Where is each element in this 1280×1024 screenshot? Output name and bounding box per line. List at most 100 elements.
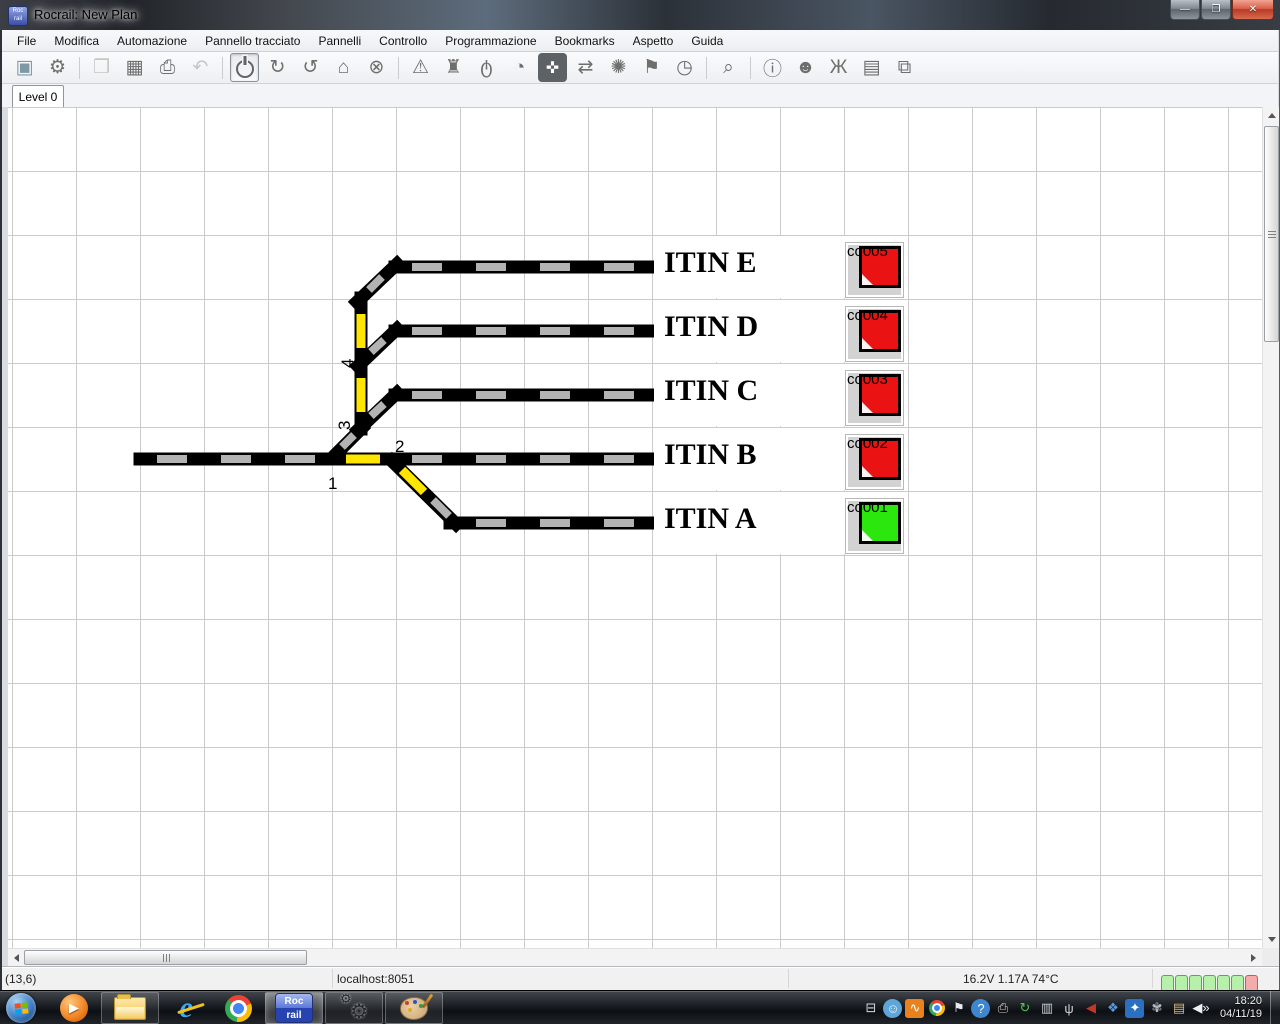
status-led-green — [1161, 975, 1174, 990]
debug-button[interactable]: Ж — [824, 53, 853, 82]
open-workspace-button[interactable]: ❒ — [87, 53, 116, 82]
printer-tray-icon[interactable]: ⎙ — [993, 999, 1012, 1018]
output-button-co002[interactable]: co002 — [845, 434, 904, 490]
clock-button[interactable]: ◷ — [670, 53, 699, 82]
clock-time: 18:20 — [1220, 995, 1262, 1008]
emergency-stop-button[interactable]: ⊗ — [362, 53, 391, 82]
output-button-co001[interactable]: co001 — [845, 498, 904, 554]
menu-item-modifica[interactable]: Modifica — [45, 32, 108, 50]
rocrail-button[interactable]: Rocrail — [265, 992, 323, 1024]
output-button-co005[interactable]: co005 — [845, 242, 904, 298]
toolbar-separator — [398, 57, 399, 79]
tab-level-0[interactable]: Level 0 — [12, 85, 64, 107]
title-bar[interactable]: Roc rail Rocrail: New Plan —❐✕ — [0, 0, 1280, 30]
maximize-button[interactable]: ❐ — [1201, 0, 1231, 20]
warning-button[interactable]: ⚠ — [406, 53, 435, 82]
undo-button[interactable]: ↶ — [186, 53, 215, 82]
menu-item-automazione[interactable]: Automazione — [108, 32, 196, 50]
output-label: co001 — [847, 499, 888, 516]
print-button[interactable]: ⎙ — [153, 53, 182, 82]
flag-tray-icon[interactable]: ⚑ — [949, 999, 968, 1018]
left-arrow-icon — [14, 954, 19, 962]
paint-button[interactable] — [385, 992, 443, 1024]
dropbox-tray-icon[interactable]: ❖ — [1103, 999, 1122, 1018]
switches-button[interactable]: ⇄ — [571, 53, 600, 82]
wallet-tray-icon[interactable]: ▤ — [1169, 999, 1188, 1018]
tray-clock[interactable]: 18:20 04/11/19 — [1220, 995, 1262, 1021]
power-button[interactable] — [230, 53, 259, 82]
network-tray-icon[interactable]: ⊟ — [861, 999, 880, 1018]
media-player-button[interactable]: ▶ — [49, 992, 99, 1024]
support-button[interactable]: ☻ — [791, 53, 820, 82]
tie-mark — [433, 500, 449, 516]
auto-mode-button[interactable]: ⚑ — [637, 53, 666, 82]
horizontal-scroll-thumb[interactable] — [24, 950, 307, 965]
locomotives-button[interactable]: ♜ — [439, 53, 468, 82]
routes-button[interactable]: ✜ — [538, 53, 567, 82]
status-position: (13,6) — [5, 972, 36, 986]
rocrail-server-button[interactable]: ⚙⚙ — [325, 992, 383, 1024]
scroll-right-button[interactable] — [1245, 949, 1262, 966]
notes-button[interactable]: ▤ — [857, 53, 886, 82]
rocrail-properties-button[interactable]: ⚙ — [43, 53, 72, 82]
taskbar: ▶ e Rocrail⚙⚙ ⊟☺∿ ⚑?⎙↻▥ψ◀❖✦✾▤◀» 18:20 04/11… — [0, 990, 1280, 1024]
outputs-button[interactable]: ✺ — [604, 53, 633, 82]
menu-item-guida[interactable]: Guida — [682, 32, 732, 50]
reconnect-button[interactable]: ↻ — [263, 53, 292, 82]
vertical-scrollbar[interactable] — [1262, 107, 1279, 948]
explorer-button[interactable] — [101, 992, 159, 1024]
chrome-tray-icon[interactable] — [927, 999, 946, 1018]
minimize-button[interactable]: — — [1170, 0, 1200, 20]
copy-button[interactable]: ⧉ — [890, 53, 919, 82]
switch-number: 2 — [395, 437, 404, 456]
toolbar-separator — [750, 57, 751, 79]
open-workspace-icon: ❒ — [93, 56, 110, 79]
notes-tray-icon[interactable]: ∿ — [905, 999, 924, 1018]
swirl-tray-icon[interactable]: ✾ — [1147, 999, 1166, 1018]
status-led-green — [1175, 975, 1188, 990]
status-divider — [1152, 969, 1153, 988]
internet-explorer-button[interactable]: e — [161, 992, 211, 1024]
info-button[interactable]: ⓘ — [758, 53, 787, 82]
find-button[interactable]: ⌕ — [714, 53, 743, 82]
start-button[interactable] — [6, 993, 36, 1023]
internet-explorer-icon: e — [179, 994, 192, 1022]
key-tray-icon[interactable]: ✦ — [1125, 999, 1144, 1018]
output-button-co003[interactable]: co003 — [845, 370, 904, 426]
volume-tray-icon[interactable]: ◀» — [1191, 999, 1210, 1018]
window-frame-left — [0, 30, 2, 990]
vertical-scroll-thumb[interactable] — [1264, 126, 1279, 342]
speed-monitor-button[interactable]: ◔ — [505, 53, 534, 82]
user-tray-icon[interactable]: ☺ — [883, 999, 902, 1018]
scroll-left-button[interactable] — [8, 949, 25, 966]
menu-item-file[interactable]: File — [8, 32, 45, 50]
copy-icon: ⧉ — [898, 57, 912, 79]
output-button-co004[interactable]: co004 — [845, 306, 904, 362]
menu-item-programmazione[interactable]: Programmazione — [436, 32, 545, 50]
close-button[interactable]: ✕ — [1232, 0, 1274, 20]
horizontal-scrollbar[interactable] — [8, 948, 1262, 966]
throttle-button[interactable]: ტ — [472, 53, 501, 82]
menu-item-aspetto[interactable]: Aspetto — [624, 32, 683, 50]
menu-item-pannello-tracciato[interactable]: Pannello tracciato — [196, 32, 309, 50]
usb-tray-icon[interactable]: ψ — [1059, 999, 1078, 1018]
init-field-button[interactable]: ↺ — [296, 53, 325, 82]
save-button[interactable]: ▦ — [120, 53, 149, 82]
track-plan-canvas[interactable]: 1234 ITIN Eco005ITIN Dco004ITIN Cco003IT… — [8, 107, 1262, 948]
media-player-icon: ▶ — [60, 994, 88, 1022]
sync-tray-icon[interactable]: ↻ — [1015, 999, 1034, 1018]
mute-tray-icon[interactable]: ◀ — [1081, 999, 1100, 1018]
workspace-button[interactable]: ▣ — [10, 53, 39, 82]
track-plan[interactable]: 1234 — [8, 107, 1262, 948]
folder-icon — [114, 997, 146, 1020]
go-home-button[interactable]: ⌂ — [329, 53, 358, 82]
chrome-button[interactable] — [213, 992, 263, 1024]
menu-item-pannelli[interactable]: Pannelli — [309, 32, 370, 50]
menu-item-controllo[interactable]: Controllo — [370, 32, 436, 50]
monitor-tray-icon[interactable]: ▥ — [1037, 999, 1056, 1018]
scroll-down-button[interactable] — [1263, 931, 1280, 948]
scroll-up-button[interactable] — [1263, 107, 1280, 124]
menu-item-bookmarks[interactable]: Bookmarks — [546, 32, 624, 50]
show-desktop-button[interactable] — [1270, 991, 1280, 1024]
help-tray-icon[interactable]: ? — [971, 999, 990, 1018]
